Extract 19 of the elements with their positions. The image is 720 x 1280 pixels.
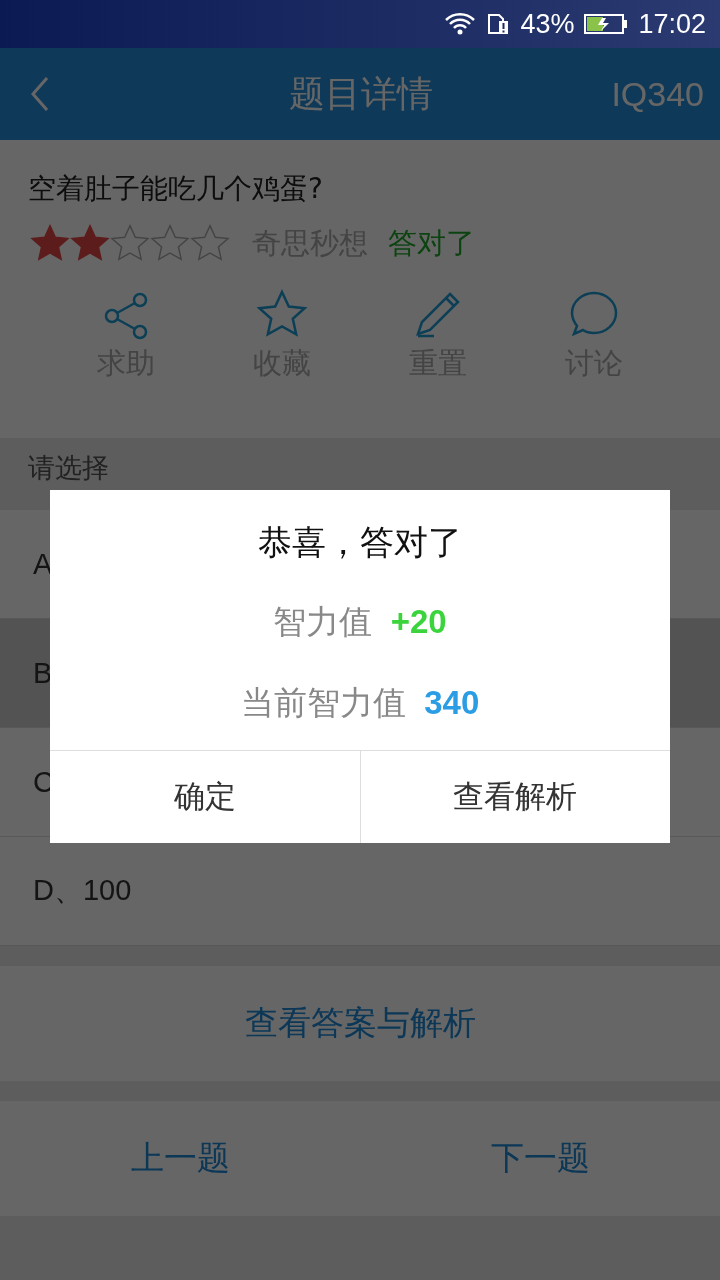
score-value: 340 (424, 684, 480, 721)
score-label: 当前智力值 (240, 683, 406, 722)
back-button[interactable] (30, 76, 50, 112)
dialog-title: 恭喜，答对了 (257, 521, 463, 564)
page-title: 题目详情 (287, 71, 434, 116)
score-label: 智力值 (273, 602, 373, 641)
question-text: 空着肚子能吃几个鸡蛋? (28, 171, 324, 207)
question-code: IQ340 (611, 74, 704, 114)
answer-option[interactable]: D、100 (0, 837, 720, 946)
battery-percent: 43% (520, 8, 575, 40)
wifi-icon (444, 12, 477, 36)
score-value: +20 (390, 603, 447, 640)
chevron-left-icon (30, 76, 50, 112)
result-label: 答对了 (388, 225, 475, 262)
clock: 17:02 (638, 8, 706, 40)
view-answer-button[interactable]: 查看答案与解析 (0, 966, 720, 1081)
sim-card-icon (486, 12, 511, 36)
choose-prompt: 请选择 (28, 452, 109, 484)
battery-icon (584, 13, 629, 35)
